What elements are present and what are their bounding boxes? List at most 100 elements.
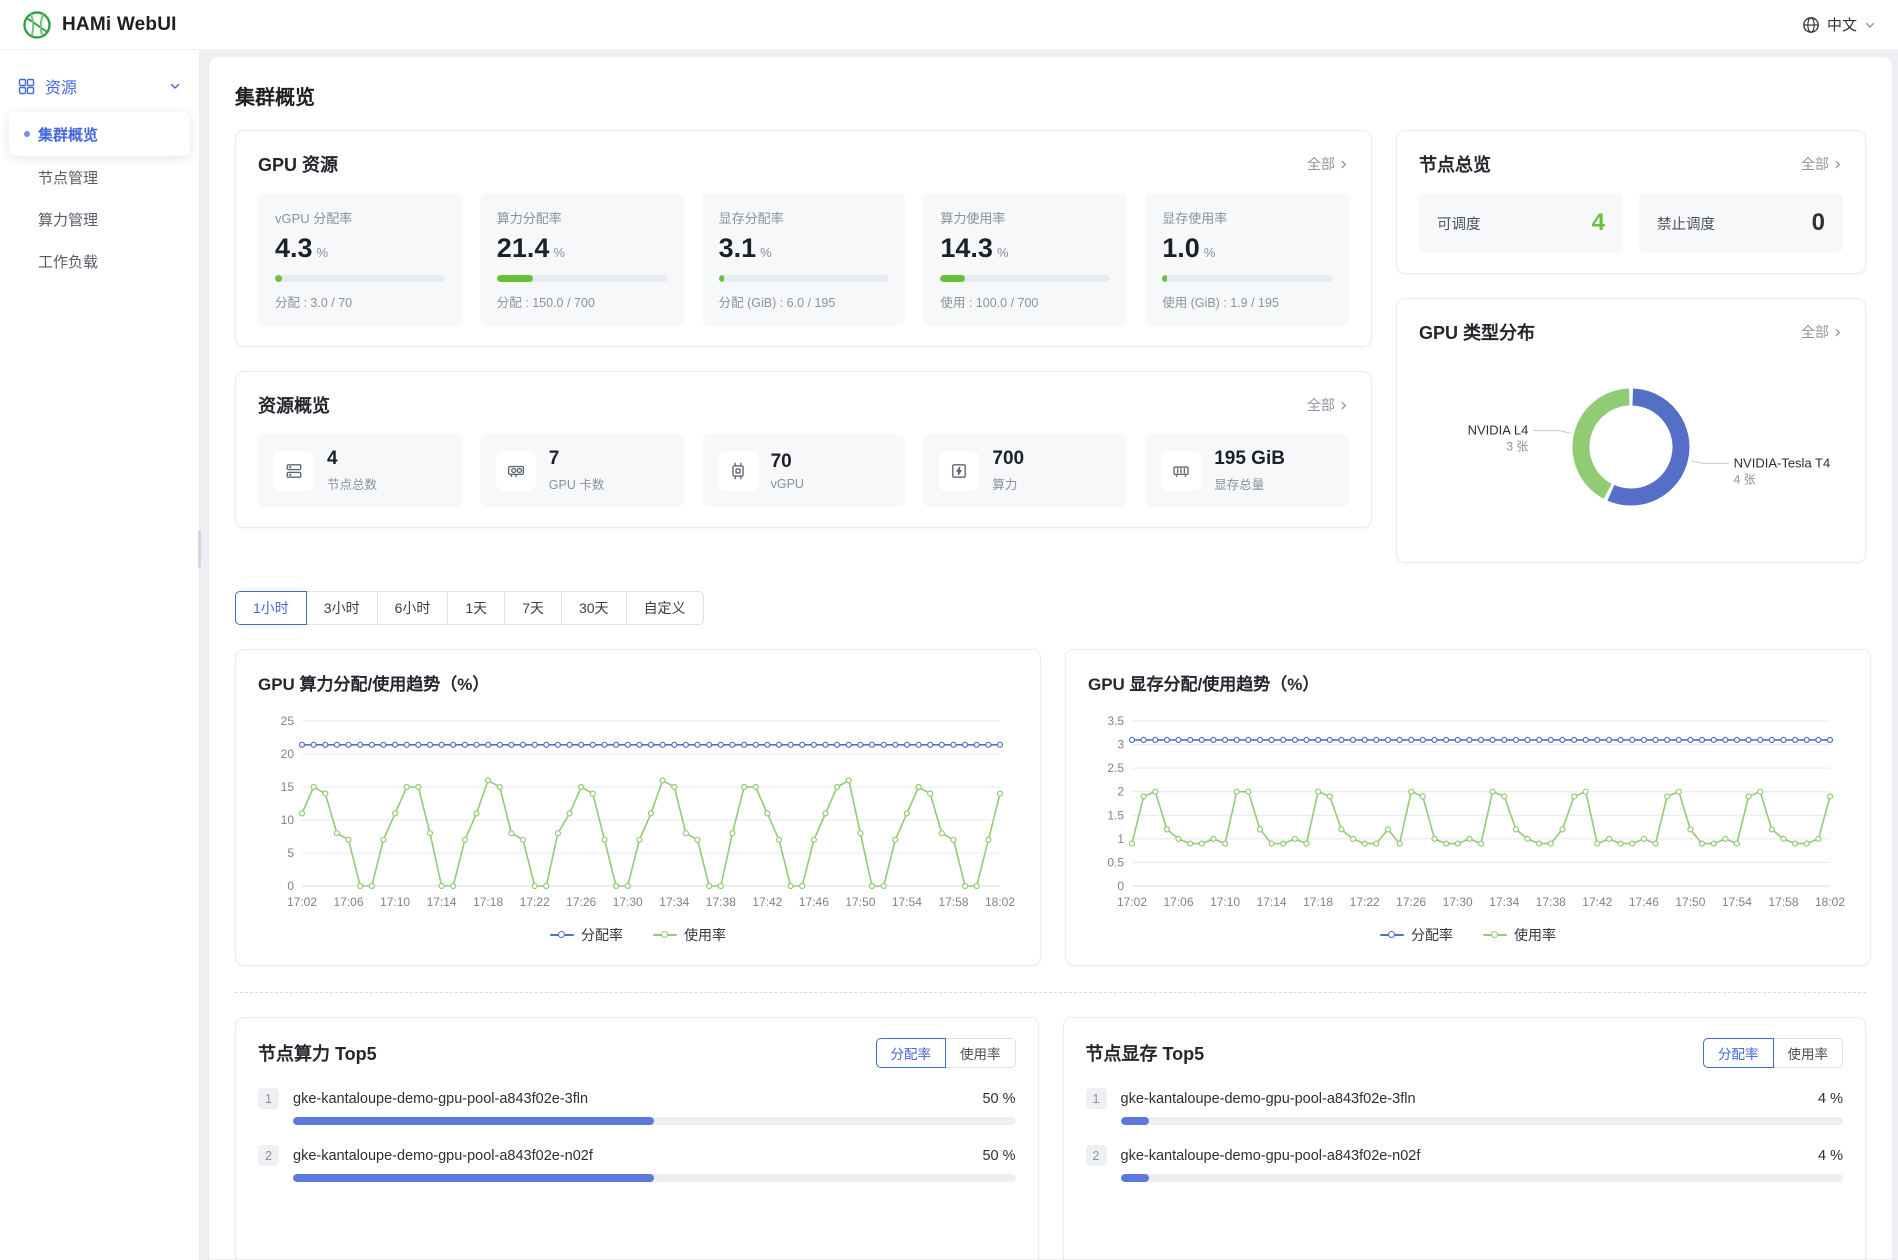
node-name[interactable]: gke-kantaloupe-demo-gpu-pool-a843f02e-n0… (1121, 1148, 1421, 1164)
stat-unit: % (1204, 245, 1216, 260)
resource-tile-vgpu: 70 vGPU (702, 434, 906, 507)
svg-text:17:02: 17:02 (287, 895, 317, 909)
rank-value: 4 % (1818, 1091, 1843, 1107)
chevron-down-icon (1864, 19, 1876, 31)
svg-text:17:58: 17:58 (938, 895, 968, 909)
legend-usage-rate[interactable]: 使用率 (653, 925, 726, 945)
time-tab-custom[interactable]: 自定义 (626, 591, 704, 625)
rank-progress-track (1121, 1117, 1844, 1125)
stat-progress-bar (940, 275, 964, 282)
time-tab-3h[interactable]: 3小时 (306, 591, 378, 625)
time-tab-30d[interactable]: 30天 (561, 591, 627, 625)
svg-text:10: 10 (281, 813, 295, 827)
view-all-link[interactable]: 全部 (1801, 322, 1843, 342)
card-title: GPU 资源 (258, 151, 338, 177)
svg-text:17:38: 17:38 (706, 895, 736, 909)
stat-progress-track (275, 275, 445, 282)
svg-text:NVIDIA-Tesla T4: NVIDIA-Tesla T4 (1734, 455, 1831, 470)
svg-text:17:30: 17:30 (613, 895, 643, 909)
top5-row: 2 gke-kantaloupe-demo-gpu-pool-a843f02e-… (1086, 1145, 1844, 1182)
card-title: GPU 类型分布 (1419, 319, 1535, 345)
resource-value: 70 (771, 451, 804, 473)
resource-value: 7 (549, 448, 605, 470)
svg-text:2: 2 (1117, 785, 1124, 799)
sidebar-group-resources[interactable]: 资源 (0, 60, 199, 112)
svg-text:17:42: 17:42 (1582, 895, 1612, 909)
svg-text:0: 0 (287, 879, 294, 893)
toggle-usage-rate[interactable]: 使用率 (945, 1038, 1016, 1068)
line-series-icon (1380, 930, 1404, 940)
node-name[interactable]: gke-kantaloupe-demo-gpu-pool-a843f02e-3f… (1121, 1091, 1416, 1107)
chart-legend: 分配率 使用率 (258, 925, 1018, 945)
rank-badge: 1 (1086, 1088, 1107, 1109)
view-all-link[interactable]: 全部 (1801, 154, 1843, 174)
time-tab-1h[interactable]: 1小时 (235, 591, 307, 625)
rank-progress-bar (293, 1117, 654, 1125)
node-name[interactable]: gke-kantaloupe-demo-gpu-pool-a843f02e-3f… (293, 1091, 588, 1107)
toggle-alloc-rate[interactable]: 分配率 (1703, 1038, 1774, 1068)
resource-label: vGPU (771, 477, 804, 491)
svg-text:17:46: 17:46 (1629, 895, 1659, 909)
resource-label: 算力 (992, 474, 1024, 493)
svg-text:17:34: 17:34 (1489, 895, 1519, 909)
rank-badge: 2 (258, 1145, 279, 1166)
resource-tile-gpu-cards: 7 GPU 卡数 (480, 434, 684, 507)
sidebar-resize-handle[interactable] (198, 530, 201, 568)
svg-text:17:26: 17:26 (1396, 895, 1426, 909)
svg-text:NVIDIA L4: NVIDIA L4 (1468, 423, 1529, 438)
stat-tile-compute-usage: 算力使用率 14.3% 使用 : 100.0 / 700 (923, 193, 1127, 326)
time-tab-7d[interactable]: 7天 (504, 591, 562, 625)
stat-value: 21.4 (497, 233, 550, 264)
time-tab-6h[interactable]: 6小时 (377, 591, 449, 625)
stat-label: 显存分配率 (719, 208, 889, 227)
svg-text:17:34: 17:34 (659, 895, 689, 909)
svg-text:17:58: 17:58 (1768, 895, 1798, 909)
legend-alloc-rate[interactable]: 分配率 (550, 925, 623, 945)
memory-trend-card: GPU 显存分配/使用趋势（%） 00.511.522.533.517:0217… (1065, 649, 1871, 966)
sidebar-item-label: 集群概览 (38, 124, 98, 145)
stat-label: vGPU 分配率 (275, 208, 445, 227)
top-bar: HAMi WebUI 中文 (0, 0, 1898, 50)
language-selector[interactable]: 中文 (1802, 14, 1876, 35)
view-all-link[interactable]: 全部 (1307, 395, 1349, 415)
memory-trend-chart: 00.511.522.533.517:0217:0617:1017:1417:1… (1088, 709, 1848, 914)
resource-label: GPU 卡数 (549, 474, 605, 493)
gpu-type-donut-chart: NVIDIA-Tesla T44 张NVIDIA L43 张 (1419, 361, 1843, 539)
svg-text:17:50: 17:50 (845, 895, 875, 909)
card-title: 节点显存 Top5 (1086, 1040, 1205, 1066)
view-all-label: 全部 (1801, 322, 1829, 342)
svg-text:5: 5 (287, 846, 294, 860)
rank-progress-bar (293, 1174, 654, 1182)
view-all-link[interactable]: 全部 (1307, 154, 1349, 174)
gpu-card-icon (496, 451, 536, 491)
toggle-usage-rate[interactable]: 使用率 (1773, 1038, 1844, 1068)
globe-icon (1802, 16, 1820, 34)
sidebar-item-node-management[interactable]: 节点管理 (0, 156, 199, 198)
sidebar-item-compute-management[interactable]: 算力管理 (0, 198, 199, 240)
hami-logo-icon (22, 10, 52, 40)
tile-value: 0 (1812, 209, 1825, 237)
stat-value: 14.3 (940, 233, 993, 264)
chart-legend: 分配率 使用率 (1088, 925, 1848, 945)
svg-text:4 张: 4 张 (1734, 472, 1756, 486)
card-title: 节点总览 (1419, 151, 1491, 177)
legend-alloc-rate[interactable]: 分配率 (1380, 925, 1453, 945)
stat-unit: % (317, 245, 329, 260)
sidebar-item-cluster-overview[interactable]: 集群概览 (9, 112, 190, 156)
time-tab-1d[interactable]: 1天 (447, 591, 505, 625)
line-series-icon (1483, 930, 1507, 940)
rank-value: 50 % (982, 1091, 1015, 1107)
chart-title: GPU 算力分配/使用趋势（%） (258, 670, 1018, 695)
sidebar-item-workloads[interactable]: 工作负载 (0, 240, 199, 282)
stat-progress-bar (275, 275, 282, 282)
svg-text:0: 0 (1117, 879, 1124, 893)
legend-usage-rate[interactable]: 使用率 (1483, 925, 1556, 945)
view-all-label: 全部 (1801, 154, 1829, 174)
stat-unit: % (553, 245, 565, 260)
app-title: HAMi WebUI (62, 14, 177, 36)
node-name[interactable]: gke-kantaloupe-demo-gpu-pool-a843f02e-n0… (293, 1148, 593, 1164)
svg-text:18:02: 18:02 (1815, 895, 1845, 909)
stat-label: 显存使用率 (1162, 208, 1332, 227)
stat-progress-track (497, 275, 667, 282)
toggle-alloc-rate[interactable]: 分配率 (876, 1038, 947, 1068)
